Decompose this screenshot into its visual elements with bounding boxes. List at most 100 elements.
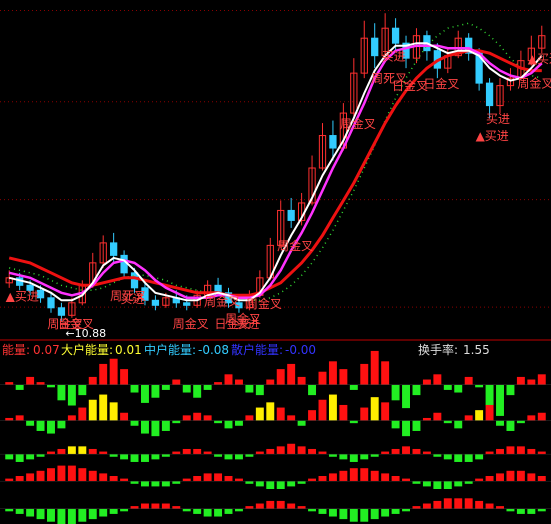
ma-mid-line [8,44,543,300]
candle-body-27 [287,209,295,221]
stock-chart: ▲买进周金叉日金叉周死叉买进周金叉周金叉日金叉周金叉买进周金叉周金叉周金叉周死叉… [0,10,551,524]
energy-bar-r2-49 [516,446,525,455]
candle-body-46 [485,82,494,107]
energy-label: 能量: [2,343,30,357]
energy-bar-r1-42 [443,420,452,424]
energy-bar-r3-25 [266,481,275,489]
energy-bar-r2-14 [151,454,160,460]
energy-bar-r3-5 [57,465,66,482]
energy-bar-r3-13 [141,481,149,487]
energy-bar-r4-23 [245,506,254,509]
energy-bar-r2-29 [308,448,317,455]
energy-bar-r4-2 [26,508,35,517]
energy-bar-r1-8 [88,399,97,421]
energy-bar-r0-35 [370,350,379,385]
energy-bar-r1-13 [141,420,149,434]
ma-short-line [8,42,543,302]
signal-label-18: 买进 [486,112,510,126]
signal-label-20: ▲买进 [528,52,551,66]
candle-body-14 [151,299,160,306]
energy-bar-r0-32 [339,369,348,385]
energy-bar-r1-29 [308,410,317,421]
indicator-legend: 能量: 0.07 大户能量: 0.01 中户能量: -0.08 散户能量: -0… [2,342,490,357]
energy-bar-r3-9 [99,473,108,482]
energy-bar-r0-37 [391,384,400,401]
energy-bar-r4-35 [370,508,379,520]
energy-bar-r3-31 [328,473,337,482]
energy-bar-r1-6 [67,415,76,421]
energy-bar-r2-19 [203,451,212,455]
energy-bar-r4-37 [391,508,400,514]
energy-bar-r2-44 [464,454,473,462]
energy-bar-r0-43 [454,384,463,393]
energy-bar-r0-30 [318,371,327,385]
energy-bar-r2-36 [381,451,390,455]
energy-bar-r4-3 [36,508,45,520]
energy-bar-r0-8 [88,376,97,385]
signal-label-10: 周金叉 [246,296,282,311]
energy-bar-r1-23 [245,415,254,421]
energy-bar-r3-51 [537,476,546,482]
energy-bar-r0-13 [141,384,149,403]
energy-bar-r2-43 [454,454,463,462]
energy-bar-r1-51 [537,412,546,421]
energy-bar-r1-14 [151,420,160,437]
energy-bar-r3-1 [15,476,24,482]
energy-bar-r0-42 [443,384,452,390]
energy-bar-r1-49 [516,420,525,424]
energy-bar-r2-8 [88,448,97,455]
energy-bar-r3-21 [224,476,233,482]
energy-bar-r3-20 [214,473,223,482]
energy-bar-r1-18 [193,412,202,421]
energy-bar-r4-28 [297,506,306,509]
energy-bar-r1-31 [328,394,337,421]
energy-bar-r2-41 [433,454,442,457]
energy-bar-r4-43 [454,498,463,509]
candle-body-35 [371,37,379,57]
candle-body-31 [329,135,337,149]
energy-bar-r2-9 [99,451,108,455]
energy-bar-r0-2 [26,376,35,385]
energy-bar-r2-40 [422,451,431,455]
energy-bar-r4-6 [67,508,76,524]
energy-bar-r4-33 [349,508,358,522]
energy-bar-r4-38 [402,508,410,512]
mid-energy-value: -0.08 [198,343,229,357]
ma-dotted-line [9,22,542,302]
energy-bar-r0-36 [381,361,390,385]
energy-bar-r0-15 [161,384,170,390]
energy-bar-r0-50 [527,379,536,385]
retail-energy-value: -0.00 [285,343,316,357]
energy-bar-r1-25 [266,402,275,421]
energy-bar-r2-7 [78,446,87,455]
energy-bar-r1-22 [234,420,243,426]
energy-bar-r2-50 [527,448,536,455]
energy-bar-r4-50 [527,508,536,514]
candle-body-4 [47,297,55,309]
energy-bar-r4-10 [109,508,118,514]
chart-stage: ▲买进 周金叉 日金叉 周死叉 买进 周金叉 周金叉 日金叉 周金叉 买进 周金叉 周金叉 周金叉 周死叉… [0,0,551,524]
energy-bar-r2-16 [172,451,181,455]
energy-bar-r2-51 [537,451,546,455]
energy-bar-r1-19 [203,415,212,421]
energy-bar-r3-49 [516,470,525,482]
energy-bar-r0-47 [496,384,504,416]
energy-bar-r3-19 [203,473,212,482]
energy-bar-r0-33 [349,384,358,390]
energy-bar-r2-4 [47,451,55,455]
energy-bar-r2-5 [57,448,66,455]
big-energy-label: 大户能量: [61,342,113,357]
energy-bar-r2-10 [109,454,118,457]
energy-bar-r2-35 [370,454,379,457]
energy-bar-r1-7 [78,407,87,421]
signal-label-11: 周金叉 [277,238,313,253]
energy-bar-r4-5 [57,508,66,524]
turnover-value: 1.55 [463,343,490,357]
energy-bar-r0-39 [412,384,421,396]
energy-bar-r3-14 [151,481,160,487]
energy-bar-r2-38 [402,446,410,455]
energy-bar-r3-48 [506,470,515,482]
energy-bar-r0-46 [485,384,494,406]
energy-bar-r2-46 [485,451,494,455]
energy-bar-r0-18 [193,384,202,398]
